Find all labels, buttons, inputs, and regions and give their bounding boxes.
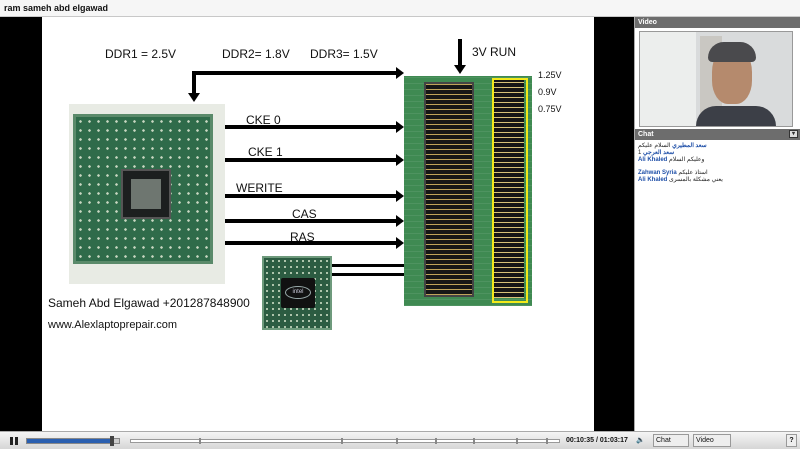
volume-fill — [27, 439, 112, 443]
seek-marker — [199, 438, 202, 444]
chat-collapse-icon[interactable]: ▾ — [789, 130, 798, 138]
presentation-stage: DDR1 = 2.5V DDR2= 1.8V DDR3= 1.5V 3V RUN… — [0, 17, 634, 431]
run-label: 3V RUN — [472, 45, 517, 59]
volume-knob[interactable] — [109, 436, 114, 446]
time-readout: 00:10:35 / 01:03:17 — [566, 437, 628, 444]
chat-text: استاذ عليكم — [678, 170, 708, 176]
website-text: www.Alexlaptoprepair.com — [48, 319, 178, 331]
seek-marker — [340, 438, 343, 444]
chat-text: يعني مشكلة بالمسرى — [669, 177, 723, 183]
chip-substrate — [73, 114, 213, 264]
chat-panel-header: Chat ▾ — [635, 129, 800, 140]
pin-highlight-box — [492, 78, 528, 303]
chat-message: سعد العرجي 1 — [638, 150, 797, 157]
signal-arrow-werite — [225, 190, 404, 202]
signal-arrow-ras — [225, 237, 404, 249]
presenter-body — [696, 106, 776, 126]
signal-arrow-cas — [225, 215, 404, 227]
side-panel: Video Chat ▾ سعد المطيري السلام عليكم سع… — [634, 17, 800, 431]
chip-die — [121, 169, 171, 219]
signal-arrow-cke1 — [225, 154, 404, 166]
volt-label-2: 0.9V — [538, 87, 557, 97]
chat-toggle-button[interactable]: Chat — [653, 434, 689, 447]
volt-label-1: 1.25V — [538, 70, 562, 80]
chat-messages: سعد المطيري السلام عليكم سعد العرجي 1 Al… — [635, 141, 800, 431]
video-toggle-button[interactable]: Video — [693, 434, 731, 447]
chat-message: Ali Khaled وعليكم السلام — [638, 157, 797, 164]
seek-marker — [434, 438, 437, 444]
volume-slider[interactable] — [26, 436, 120, 446]
seek-marker — [546, 438, 549, 444]
chat-message: Zahwan Syria استاذ عليكم — [638, 170, 797, 177]
intel-chip-die: intel — [281, 278, 315, 308]
ram-slot-photo — [404, 76, 532, 306]
run-arrow-line — [458, 39, 462, 67]
chat-user: سعد المطيري — [672, 143, 707, 149]
chat-user: Ali Khaled — [638, 177, 668, 183]
signal-arrow-cke0 — [225, 121, 404, 133]
ddr-supply-arrow — [192, 67, 404, 79]
chat-user: سعد العرجي — [643, 150, 675, 156]
video-button-label: Video — [696, 437, 714, 444]
intel-chip-photo: intel — [262, 256, 332, 330]
presenter-video[interactable] — [639, 31, 793, 127]
help-button[interactable]: ? — [786, 434, 797, 447]
video-panel-title: Video — [638, 19, 657, 26]
ram-slot-connector — [424, 82, 474, 297]
ddr-supply-drop — [192, 71, 196, 95]
northbridge-chip-photo — [69, 104, 225, 284]
ddr-supply-head — [188, 93, 200, 102]
chat-panel-title: Chat — [638, 131, 654, 138]
chat-text: وعليكم السلام — [669, 157, 705, 163]
window-title: ram sameh abd elgawad — [0, 0, 800, 17]
ddr2-label: DDR2= 1.8V — [222, 47, 290, 61]
run-arrow-head — [454, 65, 466, 74]
seek-bar[interactable] — [130, 438, 560, 444]
chat-message: Ali Khaled يعني مشكلة بالمسرى — [638, 177, 797, 184]
chat-user: Zahwan Syria — [638, 170, 677, 176]
volt-label-3: 0.75V — [538, 104, 562, 114]
signal-label-cke1: CKE 1 — [248, 145, 283, 159]
intel-link-line-1 — [332, 264, 404, 267]
playback-controls: 00:10:35 / 01:03:17 🔈 Chat Video ? — [0, 431, 800, 449]
seek-marker — [516, 438, 519, 444]
seek-marker — [396, 438, 399, 444]
chat-text: السلام عليكم — [638, 143, 671, 149]
seek-marker — [473, 438, 476, 444]
video-panel-header: Video — [635, 17, 800, 28]
presenter-cap — [708, 42, 756, 62]
chat-text: 1 — [638, 150, 642, 156]
pause-icon[interactable] — [8, 435, 20, 447]
intel-link-line-2 — [332, 273, 404, 276]
chat-message: سعد المطيري السلام عليكم — [638, 143, 797, 150]
speaker-icon[interactable]: 🔈 — [636, 435, 648, 447]
chat-button-label: Chat — [656, 437, 671, 444]
slide-canvas: DDR1 = 2.5V DDR2= 1.8V DDR3= 1.5V 3V RUN… — [42, 17, 594, 431]
chat-user: Ali Khaled — [638, 157, 668, 163]
author-contact: Sameh Abd Elgawad +201287848900 — [48, 296, 250, 310]
ddr1-label: DDR1 = 2.5V — [105, 47, 177, 61]
video-wall — [640, 32, 696, 126]
signal-label-werite: WERITE — [236, 181, 283, 195]
ddr3-label: DDR3= 1.5V — [310, 47, 378, 61]
intel-logo: intel — [285, 286, 311, 299]
